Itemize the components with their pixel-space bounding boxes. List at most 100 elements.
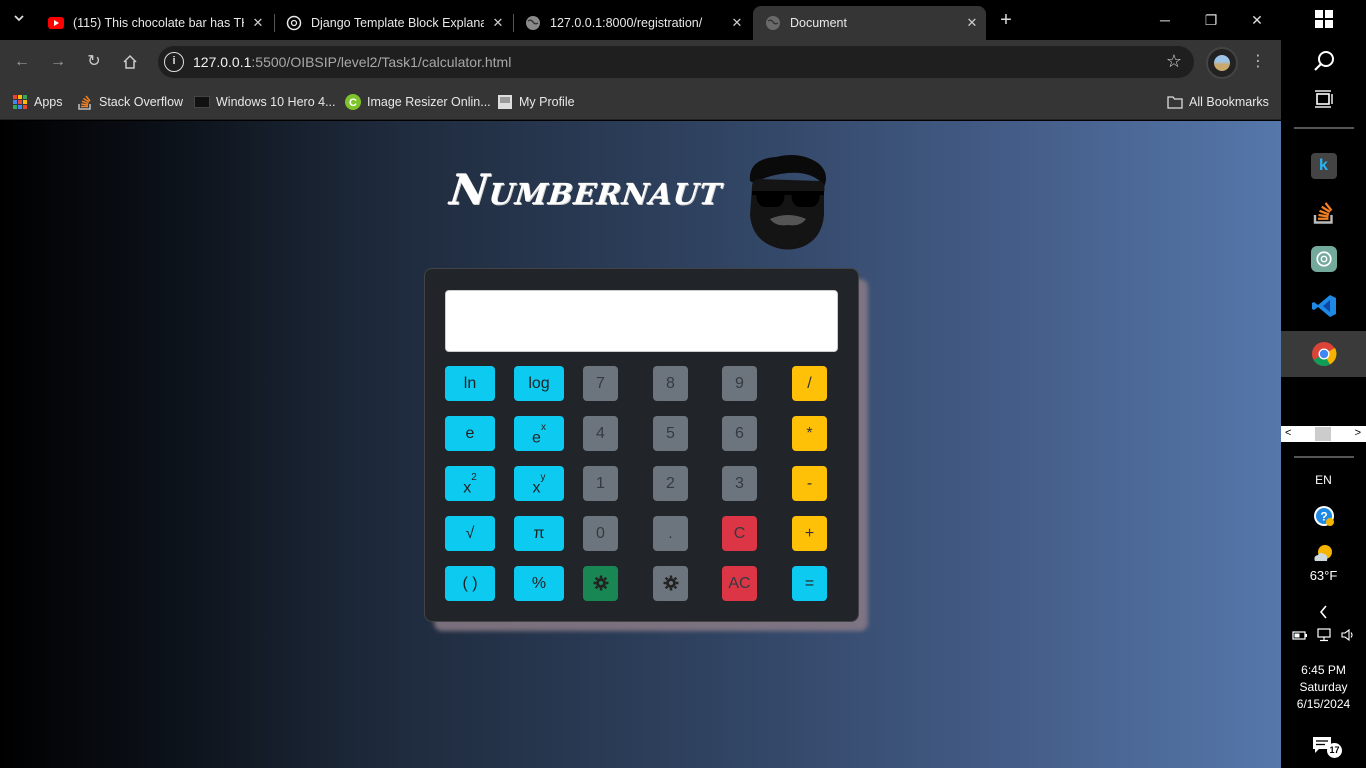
- key-4[interactable]: 4: [583, 416, 618, 451]
- bookmark-star-icon[interactable]: ☆: [1166, 51, 1182, 72]
- bookmark-stack-overflow[interactable]: Stack Overflow: [77, 92, 183, 112]
- page-content: Numbernaut ln log 7 8 9 / e ex 4 5 6 * x…: [0, 121, 1281, 768]
- chevron-down-icon: [14, 15, 24, 22]
- key-9[interactable]: 9: [722, 366, 757, 401]
- key-5[interactable]: 5: [653, 416, 688, 451]
- battery-icon[interactable]: [1291, 628, 1308, 642]
- key-6[interactable]: 6: [722, 416, 757, 451]
- taskbar-app-stackoverflow[interactable]: [1281, 189, 1366, 235]
- address-bar[interactable]: i 127.0.0.1:5500/OIBSIP/level2/Task1/cal…: [158, 46, 1194, 78]
- site-info-icon[interactable]: i: [164, 52, 184, 72]
- tab-strip: (115) This chocolate bar has THE ✕ Djang…: [0, 0, 1281, 40]
- tab-title: 127.0.0.1:8000/registration/: [550, 16, 703, 30]
- key-x-squared[interactable]: x2: [445, 466, 495, 501]
- bookmark-windows-hero[interactable]: Windows 10 Hero 4...: [194, 92, 336, 112]
- key-1[interactable]: 1: [583, 466, 618, 501]
- taskbar-scroller[interactable]: < >: [1281, 426, 1366, 442]
- key-decimal[interactable]: .: [653, 516, 688, 551]
- scroll-thumb[interactable]: [1315, 427, 1331, 441]
- close-icon[interactable]: ✕: [723, 15, 751, 31]
- clock-day: Saturday: [1299, 680, 1348, 694]
- key-8[interactable]: 8: [653, 366, 688, 401]
- network-icon[interactable]: [1316, 628, 1332, 642]
- clock-date: 6/15/2024: [1296, 697, 1351, 711]
- windows-taskbar: k EN ? 63°F 6:45 PM Saturday 6/15/2024 1…: [1281, 0, 1366, 768]
- key-parentheses[interactable]: ( ): [445, 566, 495, 601]
- calculator-display[interactable]: [445, 290, 838, 352]
- forward-button[interactable]: →: [44, 48, 72, 76]
- vscode-icon: [1311, 295, 1336, 317]
- taskbar-divider: [1294, 456, 1354, 458]
- volume-icon[interactable]: [1340, 628, 1356, 642]
- key-0[interactable]: 0: [583, 516, 618, 551]
- profile-avatar[interactable]: [1206, 47, 1238, 79]
- task-view-button[interactable]: [1281, 90, 1366, 113]
- key-multiply[interactable]: *: [792, 416, 827, 451]
- bookmark-apps[interactable]: Apps: [12, 92, 63, 112]
- minimize-button[interactable]: ─: [1142, 0, 1188, 40]
- taskbar-app-vscode[interactable]: [1281, 283, 1366, 329]
- reload-button[interactable]: ↻: [80, 48, 108, 76]
- close-icon[interactable]: ✕: [484, 15, 512, 31]
- key-percent[interactable]: %: [514, 566, 564, 601]
- close-window-button[interactable]: ✕: [1234, 0, 1280, 40]
- key-7[interactable]: 7: [583, 366, 618, 401]
- key-all-clear[interactable]: AC: [722, 566, 757, 601]
- key-clear[interactable]: C: [722, 516, 757, 551]
- key-log[interactable]: log: [514, 366, 564, 401]
- tab-search-button[interactable]: [6, 7, 32, 33]
- kite-icon: k: [1310, 153, 1337, 179]
- chrome-icon: [1311, 342, 1336, 367]
- restore-button[interactable]: ❐: [1188, 0, 1234, 40]
- action-center-button[interactable]: 17: [1281, 734, 1366, 765]
- settings-button-green[interactable]: [583, 566, 618, 601]
- home-button[interactable]: [116, 48, 144, 76]
- taskbar-app-kite[interactable]: k: [1281, 143, 1366, 189]
- tab-registration[interactable]: 127.0.0.1:8000/registration/ ✕: [513, 6, 751, 40]
- chevron-left-icon: [1319, 605, 1327, 619]
- taskbar-app-chatgpt[interactable]: [1281, 236, 1366, 282]
- tab-chatgpt[interactable]: Django Template Block Explanat ✕: [274, 6, 512, 40]
- close-icon[interactable]: ✕: [244, 15, 272, 31]
- weather-widget[interactable]: 63°F: [1281, 543, 1366, 583]
- close-icon[interactable]: ✕: [958, 15, 986, 31]
- key-equals[interactable]: =: [792, 566, 827, 601]
- taskbar-app-chrome[interactable]: [1281, 331, 1366, 377]
- menu-kebab-icon[interactable]: ⋮: [1248, 50, 1268, 74]
- chevron-right-icon[interactable]: >: [1355, 427, 1361, 439]
- all-bookmarks[interactable]: All Bookmarks: [1167, 92, 1269, 112]
- partly-cloudy-icon: [1313, 545, 1332, 561]
- bookmark-my-profile[interactable]: My Profile: [497, 92, 575, 112]
- search-button[interactable]: [1281, 50, 1366, 77]
- chevron-left-icon[interactable]: <: [1285, 427, 1291, 439]
- calculator-panel: ln log 7 8 9 / e ex 4 5 6 * x2 xy 1 2 3 …: [424, 268, 859, 622]
- tab-document[interactable]: Document ✕: [753, 6, 986, 40]
- youtube-icon: [48, 15, 64, 31]
- tab-youtube[interactable]: (115) This chocolate bar has THE ✕: [36, 6, 272, 40]
- globe-icon: [765, 15, 781, 31]
- key-ln[interactable]: ln: [445, 366, 495, 401]
- globe-icon: [525, 15, 541, 31]
- key-divide[interactable]: /: [792, 366, 827, 401]
- key-add[interactable]: +: [792, 516, 827, 551]
- key-3[interactable]: 3: [722, 466, 757, 501]
- clock[interactable]: 6:45 PM Saturday 6/15/2024: [1281, 662, 1366, 713]
- help-tray-button[interactable]: ?: [1281, 505, 1366, 532]
- bookmarks-bar: Apps Stack Overflow Windows 10 Hero 4...…: [0, 84, 1281, 120]
- back-button[interactable]: ←: [8, 48, 36, 76]
- home-icon: [123, 54, 137, 69]
- language-indicator[interactable]: EN: [1281, 473, 1366, 487]
- new-tab-button[interactable]: +: [993, 7, 1019, 33]
- tab-title: (115) This chocolate bar has THE: [73, 16, 244, 30]
- key-2[interactable]: 2: [653, 466, 688, 501]
- start-button[interactable]: [1281, 10, 1366, 33]
- key-pi[interactable]: π: [514, 516, 564, 551]
- bookmark-image-resizer[interactable]: C Image Resizer Onlin...: [345, 92, 491, 112]
- key-sqrt[interactable]: √: [445, 516, 495, 551]
- key-subtract[interactable]: -: [792, 466, 827, 501]
- key-e[interactable]: e: [445, 416, 495, 451]
- show-hidden-icons-button[interactable]: [1281, 604, 1366, 625]
- key-e-power-x[interactable]: ex: [514, 416, 564, 451]
- key-x-power-y[interactable]: xy: [514, 466, 564, 501]
- settings-button-gray[interactable]: [653, 566, 688, 601]
